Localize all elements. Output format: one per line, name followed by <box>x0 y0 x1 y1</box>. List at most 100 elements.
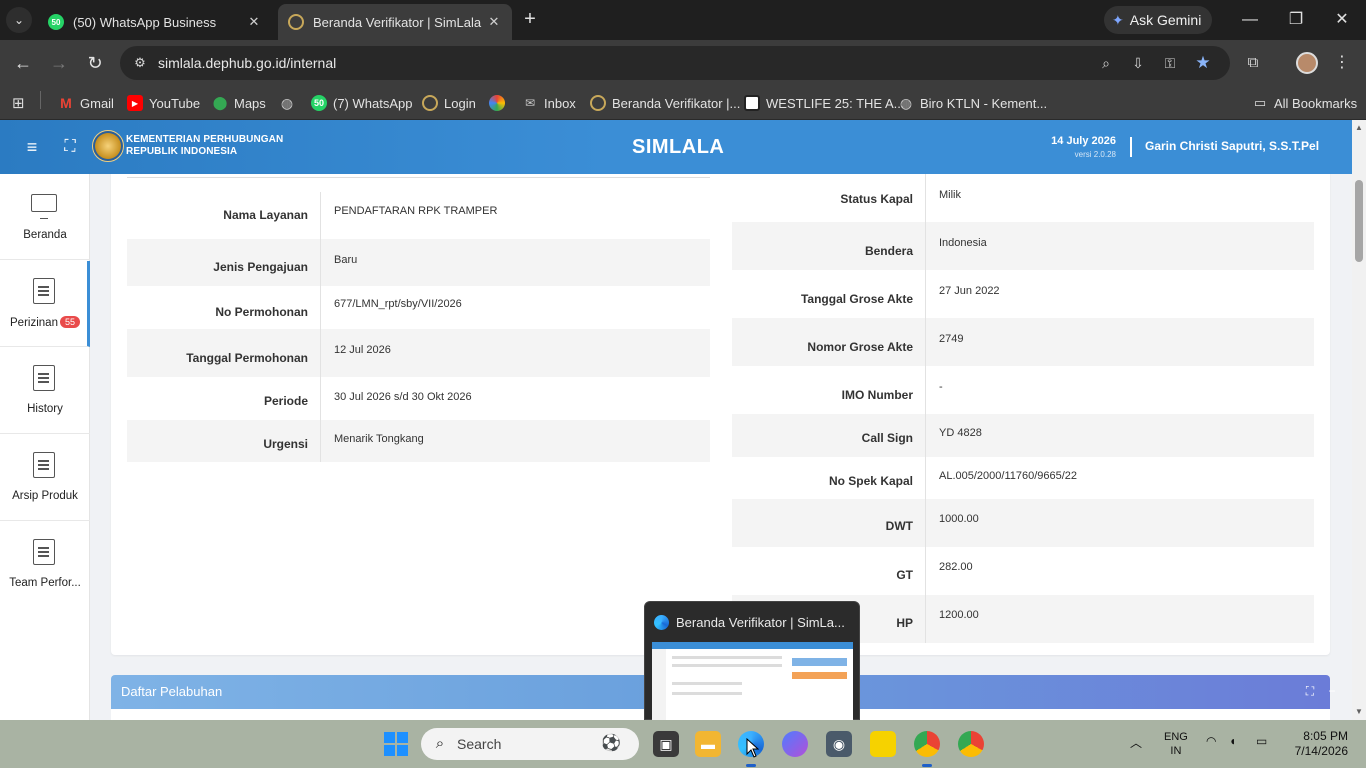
install-app-icon[interactable]: ⇩ <box>1128 54 1148 72</box>
chrome-profile-icon[interactable] <box>958 731 984 757</box>
chrome-icon[interactable] <box>914 731 940 757</box>
bookmark-maps[interactable]: ⬤ Maps <box>212 92 266 114</box>
fullscreen-icon[interactable]: ⛶ <box>60 137 80 157</box>
thumbnail-row <box>672 664 782 667</box>
scroll-down-icon[interactable]: ▼ <box>1352 706 1366 718</box>
bookmark-biro-ktln[interactable]: ◍ Biro KTLN - Kement... <box>898 92 1047 114</box>
bookmark-gmail[interactable]: M Gmail <box>58 92 114 114</box>
apps-grid-icon[interactable]: ⊞ <box>12 92 25 114</box>
youtube-icon: ▶ <box>127 95 143 111</box>
windows-taskbar: ⌕ Search ⚽ ▣ ▬ ◉ ︿ ENG IN ◠ ◖ ▭ 8:05 PM … <box>0 720 1366 768</box>
windows-start-icon[interactable] <box>384 732 408 756</box>
zoom-icon[interactable]: ⌕ <box>1096 54 1116 72</box>
sidebar-item-history[interactable]: History <box>0 348 90 434</box>
bookmark-beranda[interactable]: Beranda Verifikator |... <box>590 92 740 114</box>
bookmark-login[interactable]: Login <box>422 92 476 114</box>
bookmark-whatsapp[interactable]: 50 (7) WhatsApp <box>311 92 412 114</box>
bookmark-pinwheel[interactable] <box>489 92 511 114</box>
page-scrollbar[interactable]: ▲ ▼ <box>1352 120 1366 720</box>
bookmark-youtube[interactable]: ▶ YouTube <box>127 92 200 114</box>
extensions-icon[interactable]: ⧉ <box>1242 52 1264 74</box>
profile-avatar[interactable] <box>1296 52 1318 74</box>
show-hidden-icons[interactable]: ︿ <box>1130 734 1142 751</box>
site-info-icon[interactable]: ⚙ <box>132 55 148 71</box>
bookmark-label: Inbox <box>544 95 576 111</box>
sidebar-item-beranda[interactable]: Beranda <box>0 174 90 260</box>
scrollbar-thumb[interactable] <box>1355 180 1363 262</box>
volume-icon[interactable]: ◖ <box>1229 734 1236 748</box>
bookmark-star-icon[interactable]: ★ <box>1193 54 1213 72</box>
close-tab-icon[interactable]: ✕ <box>486 14 502 30</box>
active-app-indicator <box>746 764 756 767</box>
detail-key: Nomor Grose Akte <box>732 318 926 366</box>
detail-value: 12 Jul 2026 <box>334 344 391 356</box>
detail-key: Call Sign <box>732 414 926 457</box>
taskbar-window-preview[interactable]: Beranda Verifikator | SimLa... <box>644 601 860 721</box>
address-bar[interactable]: ⚙ simlala.dephub.go.id/internal ⌕ ⇩ ⚿ ★ <box>120 46 1230 80</box>
bookmark-westlife[interactable]: WESTLIFE 25: THE A... <box>744 92 904 114</box>
minimize-icon[interactable]: — <box>1238 9 1262 31</box>
tab-simlala[interactable]: Beranda Verifikator | SimLala ✕ <box>278 4 512 40</box>
reload-icon[interactable]: ↻ <box>83 52 107 74</box>
app-title: SIMLALA <box>632 136 725 158</box>
system-clock[interactable]: 8:05 PM 7/14/2026 <box>1290 729 1348 759</box>
detail-row: GT 282.00 <box>732 547 1314 595</box>
copilot-icon[interactable] <box>782 731 808 757</box>
ministry-line-2: REPUBLIK INDONESIA <box>126 146 238 157</box>
ministry-favicon-icon <box>422 95 438 111</box>
search-icon: ⌕ <box>435 735 445 752</box>
ask-gemini-button[interactable]: ✦ Ask Gemini <box>1104 6 1212 34</box>
ministry-logo <box>92 130 124 162</box>
camera-icon[interactable]: ◉ <box>826 731 852 757</box>
detail-key: Tanggal Grose Akte <box>732 270 926 318</box>
tab-label: (50) WhatsApp Business <box>73 14 217 30</box>
ministry-favicon-icon <box>590 95 606 111</box>
bookmark-label: Beranda Verifikator |... <box>612 95 741 111</box>
detail-key: Status Kapal <box>732 174 926 222</box>
page-icon <box>744 95 760 111</box>
gemini-icon: ✦ <box>1112 11 1124 28</box>
detail-row: Tanggal Grose Akte 27 Jun 2022 <box>732 270 1314 318</box>
detail-key: Jenis Pengajuan <box>127 239 321 286</box>
tab-search-button[interactable]: ⌄ <box>6 7 32 33</box>
user-name[interactable]: Garin Christi Saputri, S.S.T.Pel <box>1145 139 1319 153</box>
back-icon[interactable]: ← <box>11 52 35 74</box>
browser-menu-icon[interactable]: ⋮ <box>1332 52 1352 74</box>
edge-icon <box>654 615 669 630</box>
password-key-icon[interactable]: ⚿ <box>1160 54 1180 72</box>
restore-icon[interactable]: ❐ <box>1284 9 1308 31</box>
forward-icon[interactable]: → <box>47 52 71 74</box>
bookmark-label: YouTube <box>149 95 201 111</box>
bookmark-inbox[interactable]: ✉ Inbox <box>522 92 576 114</box>
sidebar-item-label: Team Perfor... <box>9 577 81 589</box>
bookmark-label: Biro KTLN - Kement... <box>920 95 1048 111</box>
bookmark-globe[interactable]: ◍ <box>279 92 301 114</box>
expand-icon[interactable]: ⛶ <box>1303 683 1317 699</box>
detail-key: IMO Number <box>732 366 926 414</box>
close-window-icon[interactable]: ✕ <box>1330 9 1354 31</box>
sidebar-item-arsip-produk[interactable]: Arsip Produk <box>0 435 90 521</box>
app-version: versi 2.0.28 <box>1074 150 1116 159</box>
battery-icon[interactable]: ▭ <box>1256 734 1267 748</box>
input-language[interactable]: ENG IN <box>1164 730 1188 758</box>
new-tab-button[interactable]: + <box>518 8 542 32</box>
detail-row: DWT 1000.00 <box>732 499 1314 547</box>
close-tab-icon[interactable]: ✕ <box>246 14 262 30</box>
wifi-icon[interactable]: ◠ <box>1206 734 1216 748</box>
header-date: 14 July 2026 <box>1051 135 1116 147</box>
collapse-icon[interactable]: − <box>1325 683 1339 699</box>
clock-time: 8:05 PM <box>1303 729 1348 743</box>
all-bookmarks-folder[interactable]: ▭ All Bookmarks <box>1252 92 1357 114</box>
detail-key: No Permohonan <box>127 286 321 329</box>
sticky-notes-icon[interactable] <box>870 731 896 757</box>
task-view-icon[interactable]: ▣ <box>653 731 679 757</box>
document-icon <box>33 278 55 304</box>
taskbar-search[interactable]: ⌕ Search ⚽ <box>421 728 639 760</box>
file-explorer-icon[interactable]: ▬ <box>695 731 721 757</box>
sidebar-item-perizinan[interactable]: Perizinan 55 <box>0 261 90 347</box>
sidebar-item-team-performance[interactable]: Team Perfor... <box>0 522 90 608</box>
detail-value: 1000.00 <box>939 513 979 525</box>
tab-whatsapp[interactable]: 50 (50) WhatsApp Business ✕ <box>38 4 272 40</box>
hamburger-menu-icon[interactable]: ≡ <box>22 137 42 157</box>
scroll-up-icon[interactable]: ▲ <box>1352 122 1366 134</box>
